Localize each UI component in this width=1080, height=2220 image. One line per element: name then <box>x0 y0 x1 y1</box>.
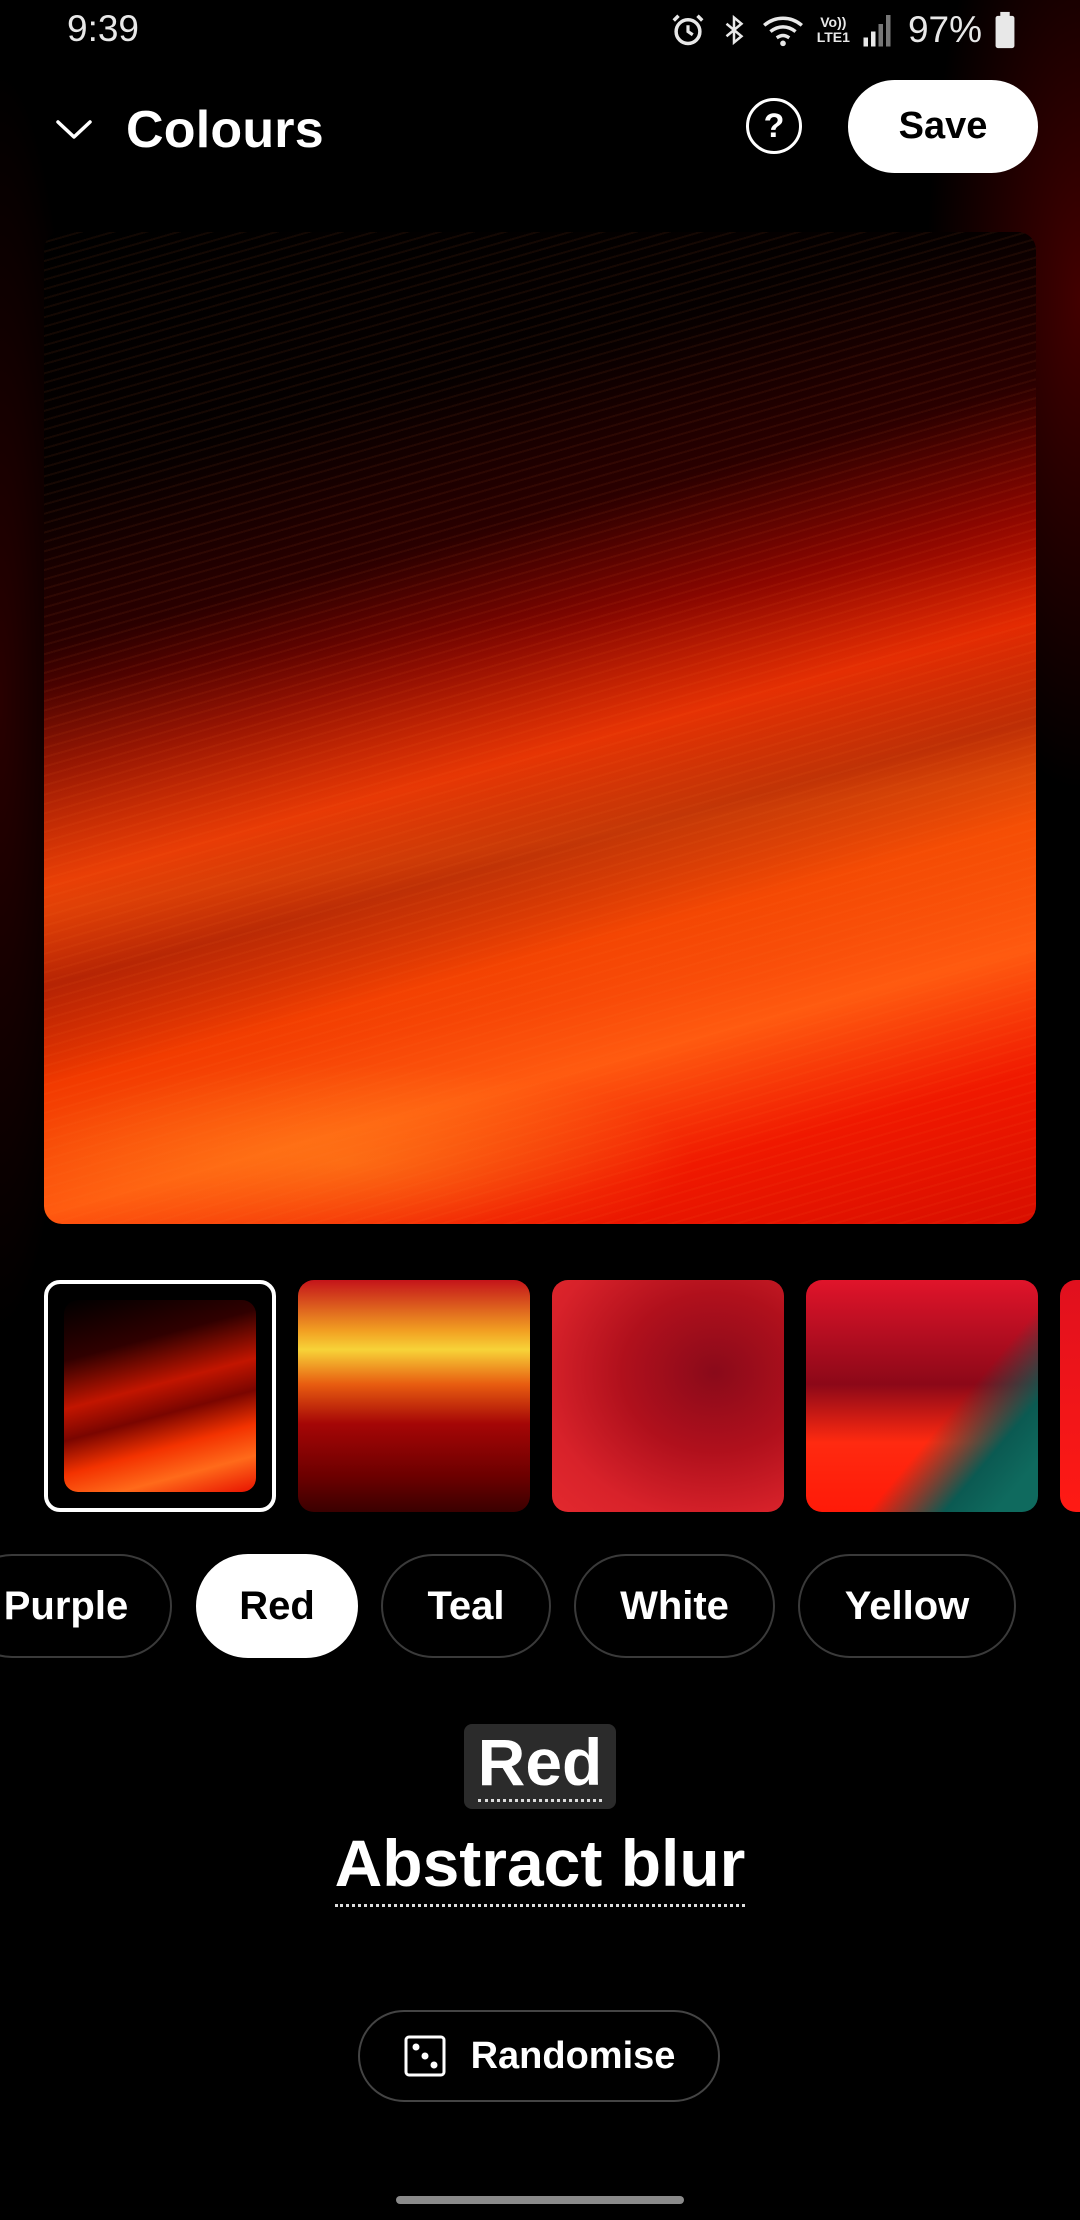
thumbnail-image <box>64 1300 256 1492</box>
status-icons: Vo)) LTE1 97% <box>669 8 1016 52</box>
chip-purple[interactable]: Purple <box>0 1554 172 1658</box>
selected-colour-text: Red <box>477 1725 603 1802</box>
dice-icon <box>403 2034 447 2078</box>
colour-chips: Purple Red Teal White Yellow <box>0 1554 1080 1658</box>
chip-red[interactable]: Red <box>196 1554 358 1658</box>
thumbnail-3[interactable] <box>552 1280 784 1512</box>
wallpaper-thumbnails <box>0 1280 1080 1512</box>
collapse-button[interactable] <box>44 100 104 160</box>
chip-white[interactable]: White <box>574 1554 775 1658</box>
randomise-label: Randomise <box>470 2034 676 2077</box>
thumbnail-4[interactable] <box>806 1280 1038 1512</box>
header: Colours ? Save <box>0 80 1080 176</box>
thumbnail-2[interactable] <box>298 1280 530 1512</box>
wallpaper-name: Abstract blur <box>334 1826 746 1907</box>
help-button[interactable]: ? <box>746 98 802 154</box>
wallpaper-name-wrap: Abstract blur <box>0 1826 1080 1907</box>
chevron-down-icon <box>56 120 92 139</box>
thumbnail-1-selected[interactable] <box>44 1280 276 1512</box>
chip-yellow[interactable]: Yellow <box>798 1554 1016 1658</box>
page-title: Colours <box>126 101 324 159</box>
randomise-button[interactable]: Randomise <box>358 2010 720 2102</box>
status-time: 9:39 <box>67 8 140 49</box>
save-button[interactable]: Save <box>848 80 1038 173</box>
network-top-text: Vo)) <box>820 14 847 30</box>
bluetooth-icon <box>719 8 749 52</box>
wallpaper-preview <box>44 232 1036 1224</box>
signal-icon <box>862 8 892 52</box>
help-icon: ? <box>763 106 785 145</box>
alarm-icon <box>669 8 707 52</box>
volte-lte-icon: Vo)) LTE1 <box>817 8 850 52</box>
selected-colour-label: Red <box>463 1724 617 1809</box>
thumbnail-5[interactable] <box>1060 1280 1080 1512</box>
status-bar: 9:39 Vo)) LTE1 97% <box>0 0 1080 66</box>
battery-icon <box>994 8 1016 52</box>
screen: 9:39 Vo)) LTE1 97% Colours ? Save Purple… <box>0 0 1080 2220</box>
network-bottom-text: LTE1 <box>816 29 850 45</box>
wifi-icon <box>761 8 805 52</box>
battery-percent: 97% <box>907 9 982 50</box>
chip-teal[interactable]: Teal <box>381 1554 551 1658</box>
selected-colour-wrap: Red <box>0 1724 1080 1809</box>
gesture-nav-handle[interactable] <box>396 2196 684 2204</box>
